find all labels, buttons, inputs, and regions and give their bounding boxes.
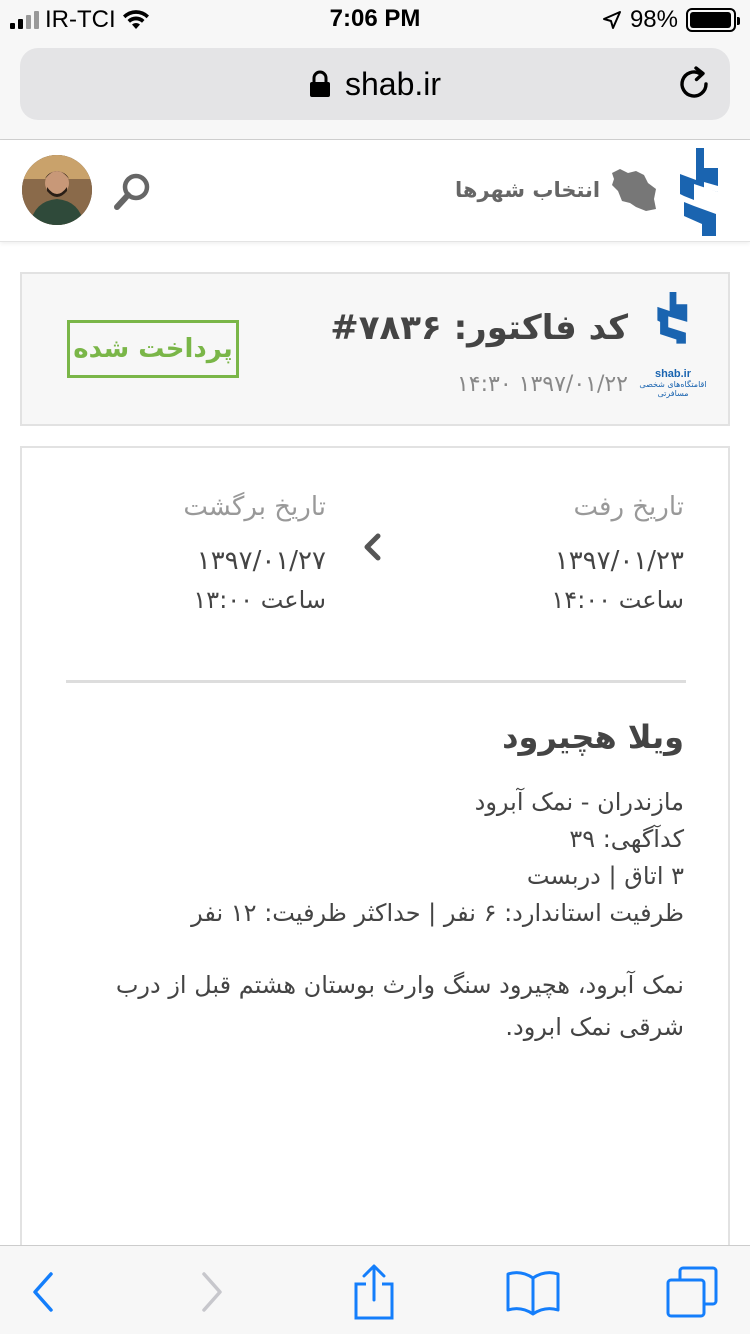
checkout-time: ساعت ۱۳:۰۰ <box>193 586 326 614</box>
logo-tagline: اقامتگاه‌های شخصی مسافرتی <box>639 380 707 398</box>
address-bar[interactable]: shab.ir <box>20 48 730 120</box>
invoice-code: کد فاکتور: ۷۸۳۶# <box>330 308 628 348</box>
divider <box>66 680 686 683</box>
status-bar: IR-TCI 7:06 PM 98% <box>0 0 750 40</box>
address-content: shab.ir <box>20 48 730 120</box>
invoice-logo-icon <box>657 292 688 344</box>
villa-ad-code: کدآگهی: ۳۹ <box>569 825 684 853</box>
checkin-time: ساعت ۱۴:۰۰ <box>551 586 684 614</box>
villa-location: مازندران - نمک آبرود <box>474 788 684 816</box>
site-header: انتخاب شهرها <box>0 140 750 242</box>
booking-card: تاریخ رفت ۱۳۹۷/۰۱/۲۳ ساعت ۱۴:۰۰ تاریخ بر… <box>20 446 730 1266</box>
share-button[interactable] <box>346 1264 402 1320</box>
invoice-logo-text: shab.ir اقامتگاه‌های شخصی مسافرتی <box>638 368 708 398</box>
checkout-section: تاریخ برگشت ۱۳۹۷/۰۱/۲۷ ساعت ۱۳:۰۰ <box>66 492 326 614</box>
invoice-card: پرداخت شده کد فاکتور: ۷۸۳۶# ۱۳۹۷/۰۱/۲۲ ۱… <box>20 272 730 426</box>
villa-rooms: ۳ اتاق | دربست <box>526 862 684 890</box>
back-chevron-icon <box>33 1272 53 1312</box>
back-button[interactable] <box>15 1264 71 1320</box>
invoice-datetime: ۱۳۹۷/۰۱/۲۲ ۱۴:۳۰ <box>456 372 628 397</box>
villa-description: نمک آبرود، هچیرود سنگ وارث بوستان هشتم ق… <box>115 971 684 1041</box>
share-icon <box>354 1264 394 1320</box>
user-avatar[interactable] <box>22 155 92 225</box>
tabs-icon <box>666 1266 718 1318</box>
iran-map-icon <box>612 169 657 211</box>
search-icon[interactable] <box>112 170 154 212</box>
villa-title: ویلا هچیرود <box>502 718 684 756</box>
bookmarks-button[interactable] <box>505 1264 561 1320</box>
browser-toolbar <box>0 1245 750 1334</box>
villa-capacity: ظرفیت استاندارد: ۶ نفر | حداکثر ظرفیت: ۱… <box>191 899 684 927</box>
status-right: 98% <box>602 6 740 34</box>
bookmarks-icon <box>506 1271 560 1316</box>
villa-details: مازندران - نمک آبرود کدآگهی: ۳۹ ۳ اتاق |… <box>64 784 684 932</box>
location-arrow-icon <box>602 11 621 29</box>
logo-wordmark: shab.ir <box>654 368 692 380</box>
tabs-button[interactable] <box>664 1264 720 1320</box>
reload-icon[interactable] <box>674 64 714 104</box>
payment-status-badge: پرداخت شده <box>67 320 239 378</box>
battery-icon <box>686 8 740 32</box>
forward-chevron-icon <box>202 1272 222 1312</box>
browser-address-area: shab.ir <box>0 40 750 140</box>
checkin-label: تاریخ رفت <box>573 492 684 522</box>
checkin-date: ۱۳۹۷/۰۱/۲۳ <box>554 546 684 576</box>
checkin-section: تاریخ رفت ۱۳۹۷/۰۱/۲۳ ساعت ۱۴:۰۰ <box>551 492 684 614</box>
city-select[interactable]: انتخاب شهرها <box>455 162 658 218</box>
avatar-photo <box>22 155 92 225</box>
checkout-date: ۱۳۹۷/۰۱/۲۷ <box>196 546 326 576</box>
chevron-left-icon <box>364 533 381 561</box>
city-select-label: انتخاب شهرها <box>455 178 601 202</box>
shab-logo[interactable] <box>678 148 720 236</box>
battery-percent: 98% <box>629 6 678 33</box>
forward-button[interactable] <box>184 1264 240 1320</box>
address-url: shab.ir <box>344 65 442 102</box>
checkout-label: تاریخ برگشت <box>183 492 326 522</box>
battery-fill <box>690 12 732 28</box>
lock-icon <box>309 70 330 97</box>
